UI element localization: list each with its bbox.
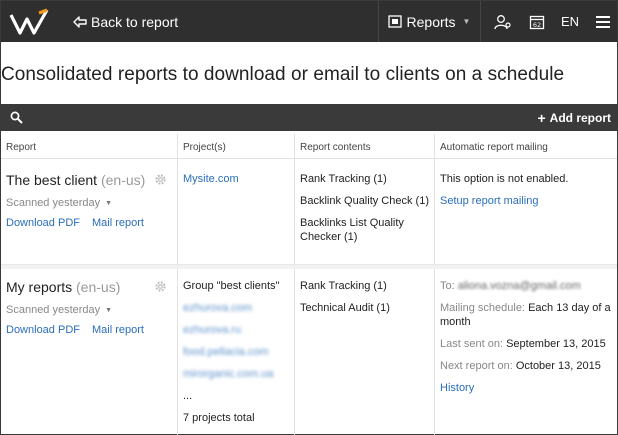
mailing-schedule: Mailing schedule: Each 13 day of a month [440,301,613,329]
content-item: Backlink Quality Check (1) [300,195,429,207]
chevron-down-icon: ▼ [105,306,113,314]
column-header-contents: Report contents [295,134,435,158]
scanned-label: Scanned yesterday [6,304,101,316]
svg-text:62: 62 [533,21,541,29]
contents-cell: Rank Tracking (1) Backlink Quality Check… [295,159,435,264]
mailing-status: This option is not enabled. [440,173,569,185]
next-report: Next report on: October 13, 2015 [440,359,613,373]
table-row: My reports (en-us) Scanned yesterday ▼ D… [1,269,617,435]
user-gear-icon [494,14,511,29]
report-title: The best client [6,172,98,188]
recipient-email: aliona.vozna@gmail.com [457,280,581,292]
contents-cell: Rank Tracking (1) Technical Audit (1) [295,269,435,435]
reports-menu-button[interactable]: Reports ▼ [379,1,479,42]
content-item: Rank Tracking (1) [300,173,387,185]
content-item: Backlinks List Quality Checker (1) [300,217,404,243]
column-header-projects: Project(s) [178,134,295,158]
report-cell: The best client (en-us) Scanned yesterda… [1,159,178,264]
plus-icon: + [537,109,546,126]
scanned-label: Scanned yesterday [6,197,101,209]
more-projects: ... [183,390,193,402]
search-bar: + Add report [1,104,617,131]
projects-cell: Mysite.com [178,159,295,264]
table-header: Report Project(s) Report contents Automa… [1,134,617,159]
mailing-recipient: To: aliona.vozna@gmail.com [440,279,613,293]
back-label: Back to report [91,13,179,30]
add-report-label: Add report [549,110,611,125]
chevron-down-icon: ▼ [462,17,471,26]
column-header-mailing: Automatic report mailing [440,142,548,153]
setup-mailing-link[interactable]: Setup report mailing [440,194,613,208]
gear-icon[interactable] [154,280,167,293]
history-link[interactable]: History [440,381,613,395]
projects-cell: Group "best clients" ezhurova.com ezhuro… [178,269,295,435]
content-item: Rank Tracking (1) [300,280,387,292]
reports-icon [387,15,402,28]
language-selector[interactable]: EN [554,1,586,42]
next-report-value: October 13, 2015 [515,360,601,372]
add-report-button[interactable]: + Add report [537,104,611,131]
calendar-button[interactable]: 62 [521,1,553,42]
mailing-cell: To: aliona.vozna@gmail.com Mailing sched… [435,269,617,435]
projects-total: 7 projects total [183,412,255,424]
report-name: The best client (en-us) [6,172,177,188]
back-arrow-icon [73,15,87,28]
chevron-down-icon: ▼ [105,199,113,207]
report-locale: (en-us) [100,172,146,188]
project-link[interactable]: ezhurova.ru [183,319,294,341]
project-group: Group "best clients" [183,280,280,292]
report-title: My reports [6,279,73,295]
table-row: The best client (en-us) Scanned yesterda… [1,159,617,265]
recipient-label: To: [440,280,455,292]
report-name: My reports (en-us) [6,279,177,295]
project-link[interactable]: food.pellacia.com [183,341,294,363]
menu-button[interactable] [589,1,617,42]
page-title: Consolidated reports to download or emai… [1,64,565,85]
scanned-dropdown[interactable]: Scanned yesterday ▼ [6,197,177,209]
mail-report-link[interactable]: Mail report [92,217,144,229]
scanned-dropdown[interactable]: Scanned yesterday ▼ [6,304,177,316]
last-sent-label: Last sent on: [440,338,503,350]
project-link[interactable]: Mysite.com [183,168,294,190]
mailing-cell: This option is not enabled. Setup report… [435,159,617,264]
top-bar: Back to report Reports ▼ 62 EN [1,1,617,42]
column-header-report: Report [1,134,178,158]
content-item: Technical Audit (1) [300,302,390,314]
gear-icon[interactable] [154,173,167,186]
project-link[interactable]: mirorganic.com.ua [183,363,294,385]
calendar-icon: 62 [529,15,545,29]
report-cell: My reports (en-us) Scanned yesterday ▼ D… [1,269,178,435]
reports-table: Report Project(s) Report contents Automa… [1,134,617,435]
project-link[interactable]: ezhurova.com [183,297,294,319]
search-icon[interactable] [10,111,23,124]
mail-report-link[interactable]: Mail report [92,324,144,336]
download-pdf-link[interactable]: Download PDF [6,324,80,336]
download-pdf-link[interactable]: Download PDF [6,217,80,229]
back-to-report-link[interactable]: Back to report [73,1,178,42]
hamburger-icon [596,15,610,28]
reports-label: Reports [406,13,456,30]
logo-icon[interactable] [9,7,49,37]
user-settings-button[interactable] [487,1,519,42]
last-sent-value: September 13, 2015 [506,338,606,350]
next-report-label: Next report on: [440,360,513,372]
schedule-label: Mailing schedule: [440,302,525,314]
divider [480,1,481,42]
last-sent: Last sent on: September 13, 2015 [440,337,613,351]
report-locale: (en-us) [76,279,121,295]
